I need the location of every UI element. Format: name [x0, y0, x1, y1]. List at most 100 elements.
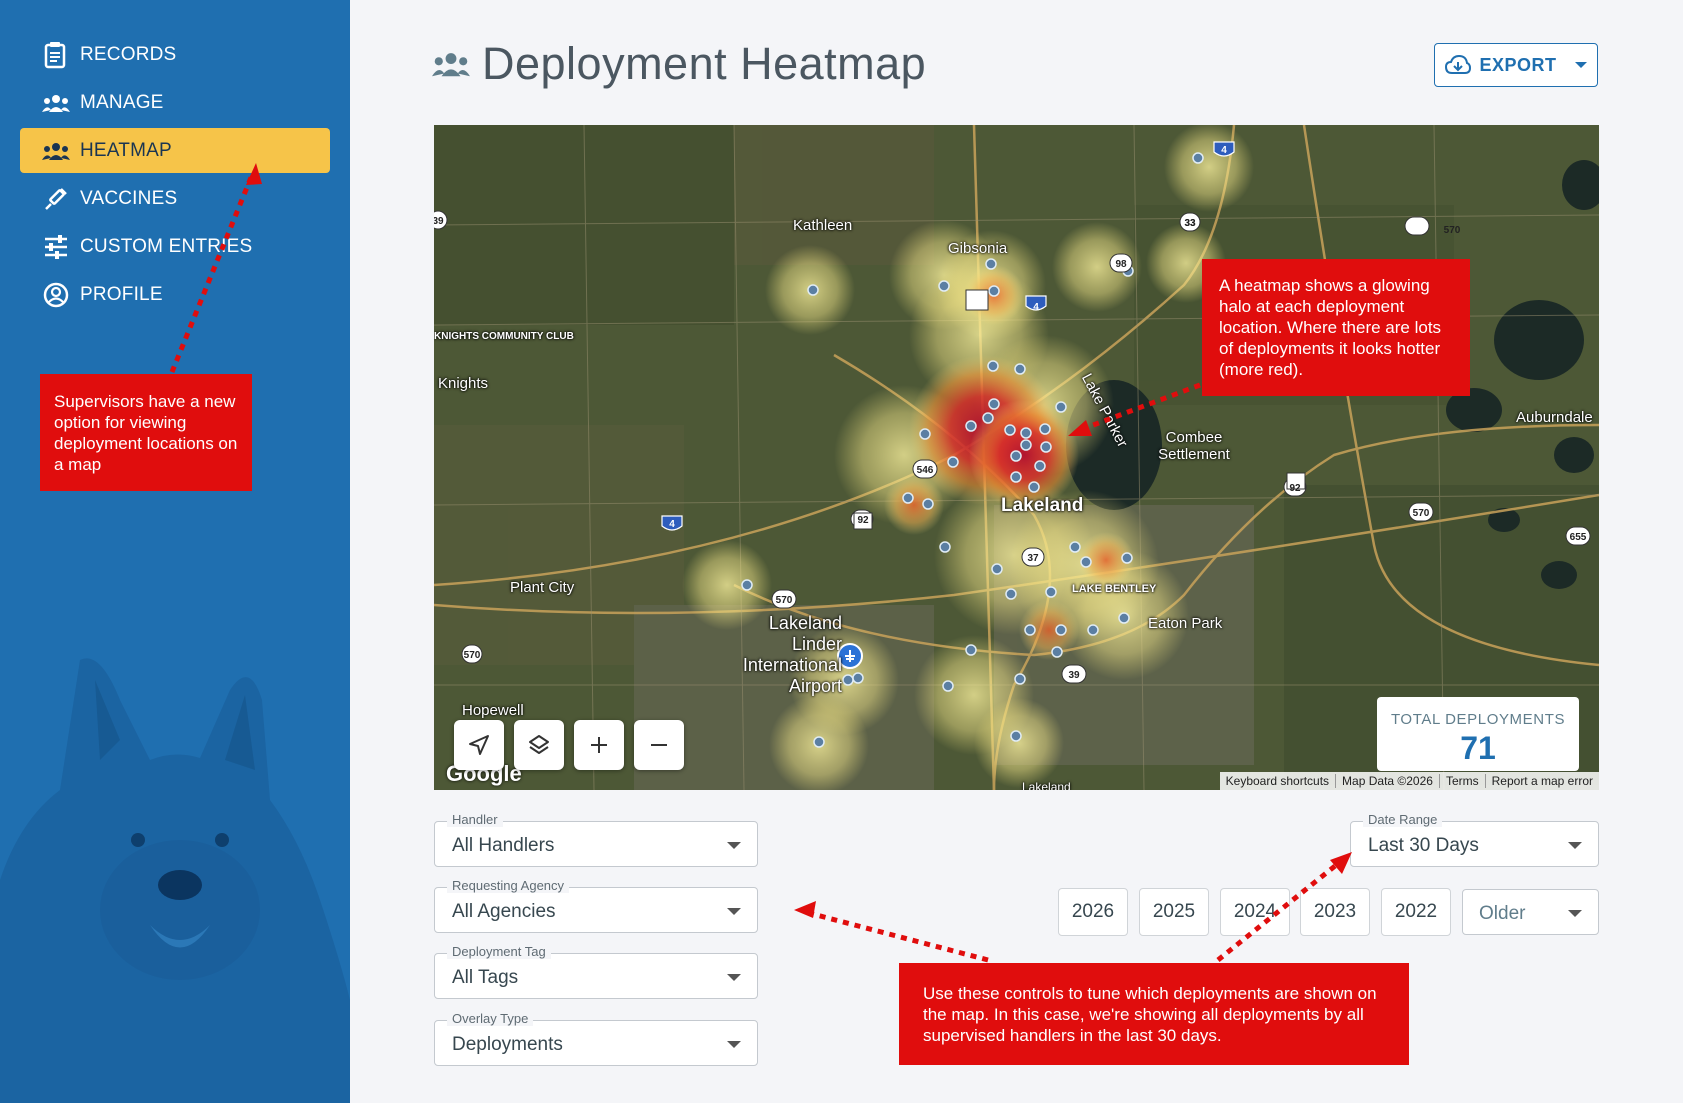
- tag-label: Deployment Tag: [447, 944, 551, 959]
- handler-value: All Handlers: [452, 835, 555, 856]
- sidebar-item-label: HEATMAP: [80, 139, 172, 161]
- sidebar-item-vaccines[interactable]: VACCINES: [20, 176, 330, 221]
- agency-select[interactable]: Requesting Agency All Agencies: [434, 878, 758, 933]
- place-label: Lakeland: [1022, 780, 1071, 790]
- sidebar-item-records[interactable]: RECORDS: [20, 32, 330, 77]
- page-header: Deployment Heatmap: [432, 38, 926, 90]
- chevron-down-icon: [1574, 62, 1587, 68]
- sidebar-item-label: RECORDS: [80, 43, 177, 65]
- caret-down-icon: [727, 908, 741, 915]
- road-shield-number: 570: [1413, 508, 1430, 519]
- road-shield-number: 4: [669, 519, 675, 530]
- road-shield-number: 92: [1289, 483, 1301, 494]
- map-attribution: Keyboard shortcuts Map Data ©2026 Terms …: [1219, 772, 1599, 790]
- road-shield-number: 37: [1027, 553, 1039, 564]
- older-value: Older: [1479, 903, 1526, 924]
- sidebar-callout: Supervisors have a new option for viewin…: [40, 374, 252, 491]
- road-shield-number: 546: [917, 465, 934, 476]
- plus-icon: [591, 737, 607, 753]
- agency-value: All Agencies: [452, 901, 556, 922]
- total-deployments-label: TOTAL DEPLOYMENTS: [1390, 711, 1566, 728]
- map-data-text: Map Data ©2026: [1336, 774, 1440, 788]
- keyboard-shortcuts-link[interactable]: Keyboard shortcuts: [1220, 774, 1337, 788]
- sidebar: RECORDS MANAGE HEATMAP VACCINES CUSTOM E…: [0, 0, 350, 1103]
- place-label: LAKE BENTLEY: [1072, 583, 1157, 595]
- clipboard-icon: [40, 41, 72, 69]
- year-button-2025[interactable]: 2025: [1139, 888, 1209, 936]
- agency-label: Requesting Agency: [447, 878, 570, 893]
- heatmap-callout: A heatmap shows a glowing halo at each d…: [1202, 259, 1470, 396]
- export-label: EXPORT: [1479, 54, 1557, 75]
- place-label: Hopewell: [462, 702, 524, 719]
- place-label: Plant City: [510, 579, 575, 596]
- handler-select[interactable]: Handler All Handlers: [434, 812, 758, 867]
- export-button[interactable]: EXPORT: [1434, 43, 1598, 87]
- zoom-out-button[interactable]: [634, 720, 684, 770]
- road-shield-number: 570: [464, 650, 481, 661]
- sidebar-item-label: MANAGE: [80, 91, 164, 113]
- year-button-2023[interactable]: 2023: [1300, 888, 1370, 936]
- navigation-arrow-icon: [469, 735, 489, 755]
- sidebar-item-label: CUSTOM ENTRIES: [80, 235, 253, 257]
- place-label: Eaton Park: [1148, 615, 1223, 632]
- sidebar-item-manage[interactable]: MANAGE: [20, 80, 330, 125]
- locate-button[interactable]: [454, 720, 504, 770]
- place-label: Auburndale: [1516, 409, 1593, 426]
- group-icon: [40, 137, 72, 165]
- terms-link[interactable]: Terms: [1440, 774, 1486, 788]
- handler-label: Handler: [447, 812, 503, 827]
- sidebar-nav: RECORDS MANAGE HEATMAP VACCINES CUSTOM E…: [20, 32, 330, 320]
- year-button-2022[interactable]: 2022: [1381, 888, 1451, 936]
- user-circle-icon: [40, 281, 72, 309]
- total-deployments-value: 71: [1460, 730, 1496, 766]
- date-range-label: Date Range: [1363, 812, 1443, 827]
- place-label: Gibsonia: [948, 240, 1008, 257]
- road-shield-number: 92: [857, 515, 869, 526]
- page-title: Deployment Heatmap: [482, 38, 927, 89]
- caret-down-icon: [727, 1041, 741, 1048]
- caret-down-icon: [1568, 842, 1582, 849]
- group-icon: [40, 89, 72, 117]
- sidebar-item-label: PROFILE: [80, 283, 163, 305]
- minus-icon: [651, 744, 667, 746]
- zoom-in-button[interactable]: [574, 720, 624, 770]
- total-deployments-card: TOTAL DEPLOYMENTS 71: [1377, 697, 1579, 771]
- place-label: KNIGHTS COMMUNITY CLUB: [434, 330, 574, 344]
- satellite-map: 4335709843354692925704375703957065539: [434, 125, 1599, 790]
- sidebar-item-label: VACCINES: [80, 187, 178, 209]
- tag-select[interactable]: Deployment Tag All Tags: [434, 944, 758, 999]
- overlay-label: Overlay Type: [447, 1011, 534, 1026]
- sidebar-item-heatmap[interactable]: HEATMAP: [20, 128, 330, 173]
- syringe-icon: [40, 185, 72, 213]
- road-shield-number: 570: [776, 595, 793, 606]
- tag-value: All Tags: [452, 967, 519, 988]
- report-map-error-link[interactable]: Report a map error: [1486, 774, 1599, 788]
- place-label: Knights: [438, 375, 489, 392]
- group-icon: [432, 53, 470, 77]
- layers-button[interactable]: [514, 720, 564, 770]
- older-years-select[interactable]: Older: [1462, 889, 1599, 935]
- dog-illustration: [0, 658, 350, 1103]
- year-button-2026[interactable]: 2026: [1058, 888, 1128, 936]
- sidebar-item-custom-entries[interactable]: CUSTOM ENTRIES: [20, 224, 330, 269]
- place-label: Lakeland: [1001, 495, 1084, 516]
- caret-down-icon: [727, 974, 741, 981]
- place-label: Combee Settlement: [1158, 429, 1230, 463]
- road-shield-number: 4: [1221, 145, 1227, 156]
- controls-callout: Use these controls to tune which deploym…: [899, 963, 1409, 1065]
- place-label: Kathleen: [793, 217, 853, 234]
- date-range-select[interactable]: Date Range Last 30 Days: [1350, 812, 1599, 867]
- sidebar-item-profile[interactable]: PROFILE: [20, 272, 330, 317]
- road-shield-number: 39: [1068, 670, 1080, 681]
- road-shield-number: 4: [1033, 302, 1039, 313]
- date-range-value: Last 30 Days: [1368, 835, 1479, 856]
- road-shield-number: 655: [1570, 532, 1587, 543]
- year-button-2024[interactable]: 2024: [1220, 888, 1290, 936]
- heatmap-map[interactable]: 4 33 570 98 4 33 546 92 92 570 4 37 570 39 570 655 39 Ka…: [434, 125, 1599, 790]
- sliders-icon: [40, 233, 72, 261]
- cloud-download-icon: [1445, 55, 1472, 74]
- caret-down-icon: [727, 842, 741, 849]
- road-shield-number: 98: [1115, 259, 1127, 270]
- overlay-select[interactable]: Overlay Type Deployments: [434, 1011, 758, 1066]
- road-shield-number: 33: [1184, 218, 1196, 229]
